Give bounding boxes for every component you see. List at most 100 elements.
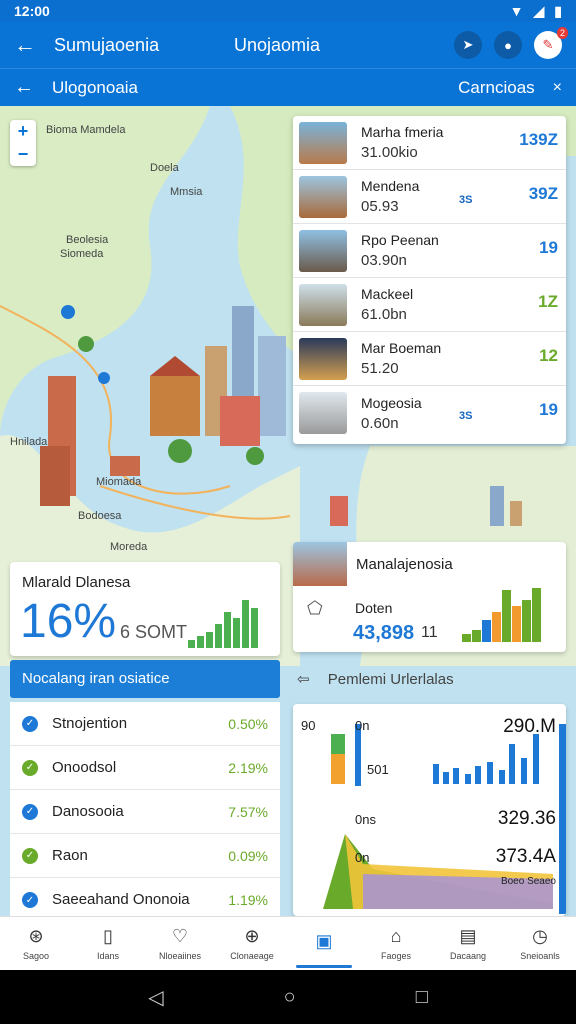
summary-card[interactable]: Manalajenosia ⬠ Doten 43,898 11 xyxy=(293,542,566,652)
globe-icon: ⊕ xyxy=(244,926,260,946)
place-item[interactable]: Mar Boeman 51.20 12 xyxy=(293,332,566,386)
place-item[interactable]: Rpo Peenan 03.90n 19 xyxy=(293,224,566,278)
back-icon[interactable]: ◁ xyxy=(148,985,163,1010)
nav-label: Faoges xyxy=(380,951,412,961)
map-label: Miomada xyxy=(96,476,142,488)
action-link[interactable]: Carncioas xyxy=(458,78,535,98)
section-header[interactable]: Nocalang iran osiatice xyxy=(10,660,280,698)
sparkline-value: 39Z xyxy=(528,184,558,203)
list-item-value: 7.57% xyxy=(228,803,268,820)
summary-value: 43,898 xyxy=(353,622,415,644)
chart-top-mid: 501 xyxy=(367,762,389,777)
zoom-control[interactable]: + − xyxy=(10,120,36,166)
place-thumbnail xyxy=(299,229,347,272)
home-circle-icon[interactable]: ○ xyxy=(284,986,296,1009)
map-label: Bioma Mamdela xyxy=(46,124,126,136)
place-value: 0.60n xyxy=(361,414,399,432)
top-app-bar: ← Sumujaoenia Unojaomia ➤ ● ✎ 2 xyxy=(0,22,576,68)
notification-badge: 2 xyxy=(556,27,568,39)
nav-label: Nloeaiines xyxy=(158,951,202,961)
sub-app-bar: ← Ulogonoaia Carncioas × xyxy=(0,68,576,106)
chart-top-label: 0n xyxy=(355,718,370,733)
tag-icon: ⬠ xyxy=(307,598,323,618)
place-item[interactable]: Mackeel 61.0bn 1Z xyxy=(293,278,566,332)
nav-item-globe[interactable]: ⊕ Clonaeage xyxy=(216,917,288,970)
list-item-name: Raon xyxy=(52,846,88,864)
app-title: Sumujaoenia xyxy=(54,34,160,55)
place-name: Mar Boeman xyxy=(361,340,442,356)
nav-label: Dacaang xyxy=(449,951,487,961)
nav-label: Idans xyxy=(96,951,120,961)
list-item-name: Onoodsol xyxy=(52,758,117,776)
chart-bottom-value: 329.36 xyxy=(497,808,556,829)
place-thumbnail xyxy=(299,175,347,218)
place-value: 51.20 xyxy=(361,360,399,377)
places-list-card: Marha fmeria 31.00kio 139Z Mendena 05.93 3… xyxy=(293,116,566,444)
home-icon: ⌂ xyxy=(390,926,402,946)
summary-subtitle: Doten xyxy=(355,600,393,616)
place-thumbnail xyxy=(299,392,347,434)
stat-card[interactable]: Mlarald Dlanesa 16% 6 SOMT xyxy=(10,562,280,656)
nav-label: Sagoo xyxy=(22,951,50,961)
nav-item-printer[interactable]: ▤ Dacaang xyxy=(432,917,504,970)
printer-icon: ▤ xyxy=(459,926,477,946)
summary-thumbnail xyxy=(293,542,347,586)
arrow-icon: ⇦ xyxy=(297,671,310,688)
summary-bar-chart xyxy=(462,588,541,642)
sub-title: Ulogonoaia xyxy=(52,77,139,97)
performance-title: Pemlemi Urlerlalas xyxy=(327,671,454,688)
sparkline-value: 19 xyxy=(539,400,558,419)
check-icon: ✓ xyxy=(22,803,38,820)
wifi-icon: ▼ xyxy=(509,3,524,19)
place-small-label: 3S xyxy=(459,410,473,422)
check-icon: ✓ xyxy=(22,715,38,732)
map-label: Moreda xyxy=(110,541,148,553)
check-icon: ✓ xyxy=(22,847,38,864)
dashboard-icon: ▣ xyxy=(315,931,333,951)
list-item[interactable]: ✓ Raon 0.09% xyxy=(10,834,280,878)
place-item[interactable]: Mendena 05.93 3S 39Z xyxy=(293,170,566,224)
stat-bar-chart xyxy=(188,600,258,648)
performance-header: ⇦ Pemlemi Urlerlalas xyxy=(297,670,566,688)
place-thumbnail xyxy=(299,121,347,164)
nav-item-idans[interactable]: ▯ Idans xyxy=(72,917,144,970)
place-item[interactable]: Mogeosia 0.60n 3S 19 xyxy=(293,386,566,440)
app-subtitle: Unojaomia xyxy=(234,34,321,55)
compass-icon: ⊛ xyxy=(28,926,44,946)
list-item-value: 2.19% xyxy=(228,759,268,776)
close-icon[interactable]: × xyxy=(553,79,562,97)
back-arrow-icon[interactable]: ← xyxy=(14,32,54,58)
map-label: Beolesia xyxy=(66,234,109,246)
map-label: Hnilada xyxy=(10,436,48,448)
navigate-button[interactable]: ➤ xyxy=(454,31,482,59)
chart-note: Boeo Seaeo xyxy=(500,876,556,887)
place-item[interactable]: Marha fmeria 31.00kio 139Z xyxy=(293,116,566,170)
list-item[interactable]: ✓ Onoodsol 2.19% xyxy=(10,746,280,790)
zoom-out-button[interactable]: − xyxy=(18,144,29,165)
nav-item-favorites[interactable]: ♡ Nloeaiines xyxy=(144,917,216,970)
notification-button[interactable]: ✎ 2 xyxy=(534,27,568,59)
map-label: Siomeda xyxy=(60,248,104,260)
nav-item-home[interactable]: ⌂ Faoges xyxy=(360,917,432,970)
nav-label: Sneioanls xyxy=(520,951,560,961)
card-icon: ▯ xyxy=(103,926,113,946)
recents-icon[interactable]: □ xyxy=(416,986,428,1009)
nav-item-sagoo[interactable]: ⊛ Sagoo xyxy=(0,917,72,970)
battery-icon: ▮ xyxy=(554,2,562,19)
chat-icon: ● xyxy=(504,37,512,53)
zoom-in-button[interactable]: + xyxy=(18,121,29,142)
sparkline-value: 139Z xyxy=(519,130,558,149)
list-item[interactable]: ✓ Stnojention 0.50% xyxy=(10,702,280,746)
nav-item-clock[interactable]: ◷ Sneioanls xyxy=(504,917,576,970)
chat-button[interactable]: ● xyxy=(494,31,522,59)
place-name: Mogeosia xyxy=(361,394,422,411)
nav-item-dashboard[interactable]: ▣ xyxy=(288,917,360,970)
place-name: Marha fmeria xyxy=(361,124,444,140)
performance-chart-card[interactable]: 90 0n 290.M 501 0ns 329.36 0n 373.4A Boe… xyxy=(293,704,566,916)
navigate-icon: ➤ xyxy=(462,37,474,52)
list-item-value: 1.19% xyxy=(228,892,268,908)
list-item-value: 0.09% xyxy=(228,847,268,864)
place-name: Mendena xyxy=(361,178,420,194)
back-arrow-icon[interactable]: ← xyxy=(14,76,52,99)
list-item[interactable]: ✓ Danosooia 7.57% xyxy=(10,790,280,834)
